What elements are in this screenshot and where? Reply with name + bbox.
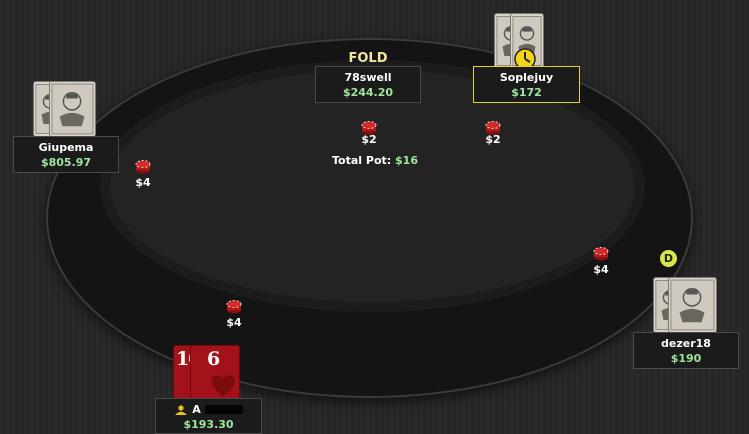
pot-label: Total Pot: — [332, 154, 392, 167]
seat-top-right[interactable]: Soplejuy $172 — [473, 66, 580, 103]
player-stack: $805.97 — [40, 156, 92, 169]
bet-amount: $4 — [135, 176, 151, 189]
total-pot: Total Pot: $16 — [300, 154, 450, 167]
heart-icon — [211, 375, 235, 397]
redacted-name — [204, 405, 243, 414]
bet-amount: $4 — [593, 263, 609, 276]
player-stack: $172 — [511, 86, 542, 99]
chip-icon — [226, 300, 242, 314]
player-stack: $244.20 — [342, 86, 394, 99]
seat-right[interactable]: dezer18 $190 — [633, 332, 739, 369]
player-stack: $190 — [670, 352, 702, 365]
action-label: FOLD — [348, 51, 388, 66]
player-name: 78swell — [344, 71, 392, 84]
chip-icon — [593, 247, 609, 261]
poker-table-felt — [110, 70, 635, 302]
card-back-icon — [668, 277, 717, 333]
card-rank: 6 — [207, 348, 220, 370]
chip-icon — [135, 160, 151, 174]
card-back-icon — [49, 81, 96, 137]
bet-amount: $2 — [361, 133, 377, 146]
seat-top-center[interactable]: 78swell $244.20 — [315, 66, 421, 103]
seat-left[interactable]: Giupema $805.97 — [13, 136, 119, 173]
player-stack: $193.30 — [183, 418, 234, 431]
player-name: A — [192, 403, 201, 416]
player-name: Giupema — [38, 141, 94, 154]
player-name: Soplejuy — [499, 71, 554, 84]
bet-amount: $4 — [226, 316, 242, 329]
seat-hero[interactable]: A $193.30 — [155, 398, 262, 434]
player-name: dezer18 — [661, 337, 711, 350]
pot-amount: $16 — [395, 154, 418, 167]
hero-card-2: 6 — [190, 345, 240, 402]
user-icon — [175, 404, 188, 415]
bet-amount: $2 — [485, 133, 501, 146]
dealer-button: D — [660, 250, 677, 267]
